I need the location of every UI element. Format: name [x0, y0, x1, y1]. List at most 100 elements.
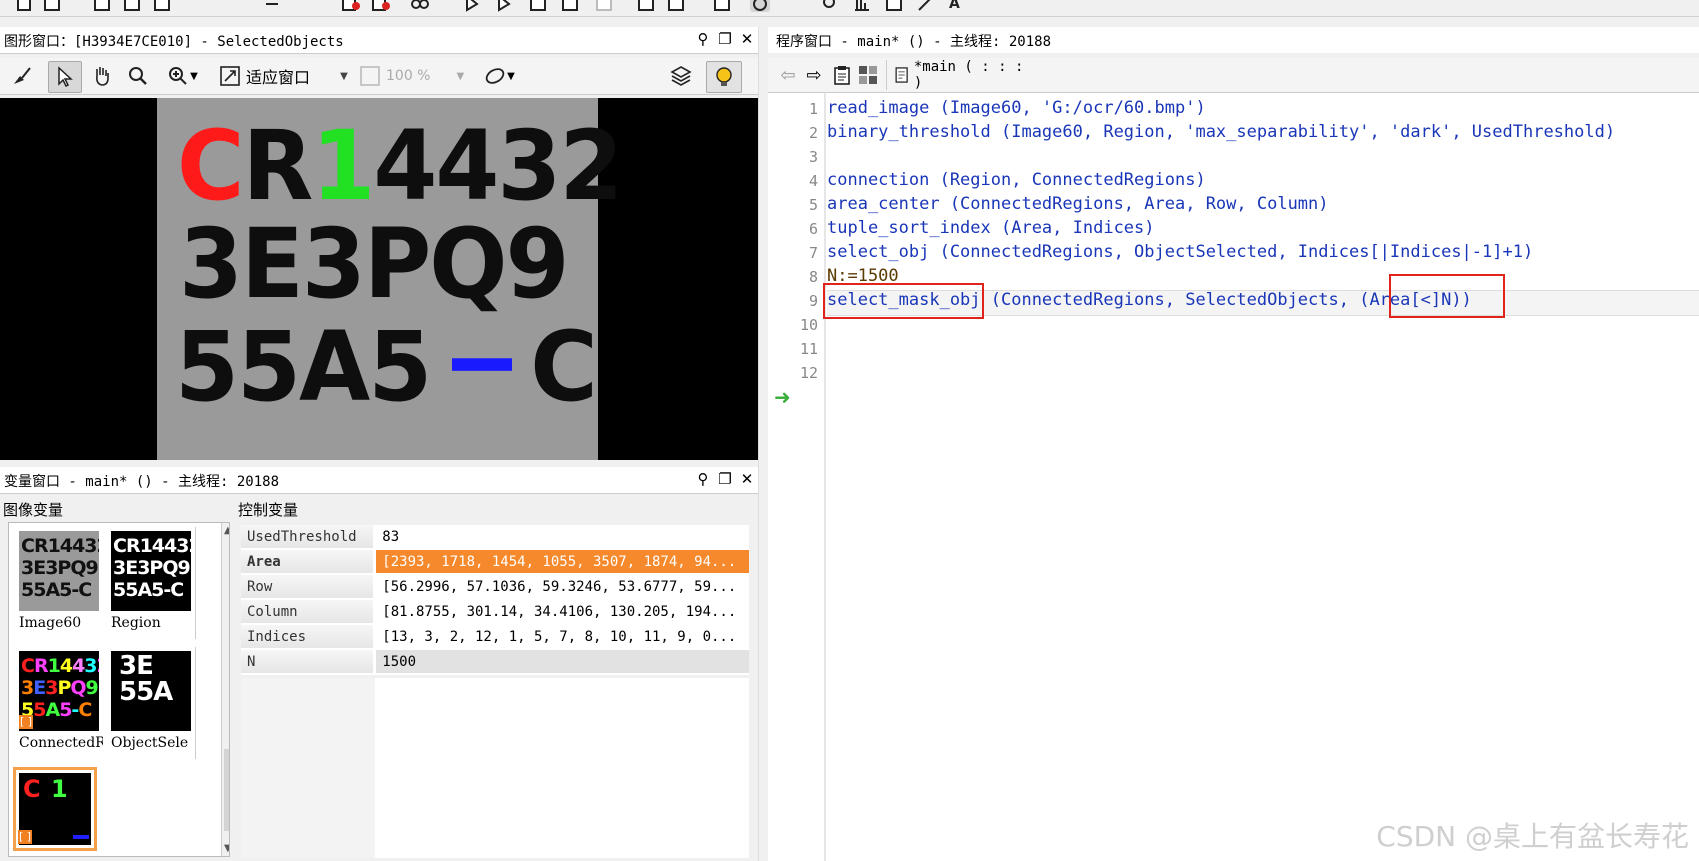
feature-histogram-icon[interactable]	[884, 0, 904, 12]
print-icon[interactable]	[152, 0, 172, 12]
undo-icon[interactable]	[262, 0, 282, 12]
fit-window-label: 适应窗口	[246, 68, 311, 87]
program-counter-arrow-icon: ➜	[774, 385, 791, 409]
histogram-icon[interactable]	[852, 0, 872, 12]
zoom-level-dropdown[interactable]: 100 % ▼	[358, 61, 468, 91]
line-number: 2	[808, 124, 818, 142]
code-line[interactable]: area_center (ConnectedRegions, Area, Row…	[827, 194, 1329, 214]
close-icon[interactable]: ✕	[736, 30, 758, 48]
image-var-thumbnail[interactable]: 3E 55A ObjectSele	[107, 647, 196, 759]
control-var-value: [81.8755, 301.14, 34.4106, 130.205, 194.…	[374, 599, 749, 625]
forward-arrow-icon[interactable]: ⇨	[802, 60, 826, 90]
graphics-canvas[interactable]: CR14432 3E3PQ9 55A5 C	[0, 98, 758, 460]
image-tool-icon[interactable]	[712, 0, 732, 12]
restore-icon[interactable]: ❐	[714, 30, 736, 48]
control-table-empty-area	[241, 678, 749, 858]
step-out-icon[interactable]	[560, 0, 580, 12]
procedure-icon	[895, 67, 908, 83]
breakpoint-icon[interactable]	[340, 0, 360, 12]
control-var-value: [13, 3, 2, 12, 1, 5, 7, 8, 10, 11, 9, 0.…	[374, 624, 749, 650]
control-var-name: UsedThreshold	[241, 525, 377, 550]
control-var-row[interactable]: N 1500	[241, 649, 749, 675]
control-variables-label: 控制变量	[238, 501, 299, 519]
program-window-toolbar: ⇦ ⇨ *main ( : : : )	[768, 58, 1699, 93]
image-var-name: Image60	[19, 615, 82, 631]
thumbnail-image: CR144323E3PQ955A5-C	[19, 531, 99, 611]
clear-window-icon[interactable]	[8, 61, 36, 91]
control-var-row[interactable]: Row [56.2996, 57.1036, 59.3246, 53.6777,…	[241, 574, 749, 600]
ocr-assistant-icon[interactable]: A	[946, 0, 966, 12]
restore-icon[interactable]: ❐	[714, 470, 736, 488]
program-window-title: 程序窗口 - main* () - 主线程: 20188	[776, 34, 1052, 50]
draw-shape-dropdown[interactable]: ▼	[476, 61, 522, 91]
graphics-window-titlebar[interactable]: 图形窗口：[H3934E7CE010] - SelectedObjects ⚲ ❐…	[0, 27, 758, 54]
save-all-icon[interactable]	[122, 0, 142, 12]
program-window-titlebar[interactable]: 程序窗口 - main* () - 主线程: 20188	[768, 27, 1699, 53]
run-icon[interactable]	[462, 0, 482, 12]
procedure-selector[interactable]: *main ( : : : )	[886, 59, 1033, 91]
control-var-name: Area	[241, 549, 377, 575]
scroll-thumb[interactable]	[224, 749, 229, 831]
image-panel-scrollbar[interactable]: ▲ ▼	[221, 523, 229, 856]
horizontal-splitter[interactable]	[0, 460, 758, 466]
image-var-thumbnail-selected[interactable]: C 1 [ ]	[13, 767, 97, 851]
program-editor[interactable]: 1 2 3 4 5 6 7 8 9 10 11 12 ➜ read_image …	[768, 93, 1699, 861]
program-window-icon[interactable]	[666, 0, 686, 12]
hand-tool-icon[interactable]	[88, 61, 116, 91]
save-icon[interactable]	[92, 0, 112, 12]
control-var-row[interactable]: UsedThreshold 83	[241, 525, 749, 550]
scroll-down-icon[interactable]: ▼	[224, 843, 229, 854]
pin-icon[interactable]: ⚲	[692, 30, 714, 48]
main-toolbar: A	[0, 0, 1699, 17]
control-var-name: Column	[241, 599, 377, 625]
close-icon[interactable]: ✕	[736, 470, 758, 488]
code-line[interactable]: connection (Region, ConnectedRegions)	[827, 170, 1206, 190]
thumbnail-image: CR144323E3PQ955A5-C	[111, 531, 191, 611]
line-number: 10	[799, 316, 818, 334]
pin-icon[interactable]: ⚲	[692, 470, 714, 488]
svg-text:A: A	[949, 0, 960, 12]
layers-icon[interactable]	[666, 61, 696, 91]
image-var-thumbnail[interactable]: CR144323E3PQ955A5-C [ ] ConnectedR	[15, 647, 103, 759]
line-number: 11	[799, 340, 818, 358]
scroll-up-icon[interactable]: ▲	[224, 525, 229, 536]
code-line[interactable]: tuple_sort_index (Area, Indices)	[827, 218, 1155, 238]
zoom-tool-icon[interactable]	[820, 0, 840, 12]
step-into-icon[interactable]	[528, 0, 548, 12]
lightbulb-icon[interactable]	[706, 61, 742, 93]
chevron-down-icon[interactable]: ▼	[336, 61, 352, 91]
glasses-icon[interactable]	[410, 0, 430, 12]
line-number: 9	[808, 292, 818, 310]
control-var-row[interactable]: Column [81.8755, 301.14, 34.4106, 130.20…	[241, 599, 749, 625]
open-file-icon[interactable]	[42, 0, 62, 12]
grid-icon[interactable]	[856, 60, 880, 90]
image-var-thumbnail[interactable]: CR144323E3PQ955A5-C Image60	[15, 527, 103, 639]
image-var-thumbnail[interactable]: CR144323E3PQ955A5-C Region	[107, 527, 196, 639]
control-var-row[interactable]: Indices [13, 3, 2, 12, 1, 5, 7, 8, 10, 1…	[241, 624, 749, 650]
control-var-row-selected[interactable]: Area [2393, 1718, 1454, 1055, 3507, 1874…	[241, 549, 749, 575]
zoom-in-dropdown[interactable]: ▼	[160, 61, 204, 91]
stop-icon[interactable]	[594, 0, 614, 12]
control-variables-table: UsedThreshold 83 Area [2393, 1718, 1454,…	[241, 525, 749, 675]
control-var-name: N	[241, 649, 377, 675]
new-file-icon[interactable]	[14, 0, 34, 12]
measure-icon[interactable]	[916, 0, 936, 12]
fit-window-dropdown[interactable]: 适应窗口	[218, 61, 336, 91]
clear-breakpoint-icon[interactable]	[370, 0, 390, 12]
step-over-icon[interactable]	[494, 0, 514, 12]
control-var-value: 1500	[374, 649, 749, 675]
pointer-tool-icon[interactable]	[48, 61, 82, 93]
code-line[interactable]: read_image (Image60, 'G:/ocr/60.bmp')	[827, 98, 1206, 118]
annotation-box-area-mask	[1389, 274, 1505, 318]
back-arrow-icon[interactable]: ⇦	[776, 60, 800, 90]
code-line[interactable]: binary_threshold (Image60, Region, 'max_…	[827, 122, 1615, 142]
shape-icon	[485, 68, 505, 84]
code-line[interactable]: select_obj (ConnectedRegions, ObjectSele…	[827, 242, 1533, 262]
magnifier-tool-icon[interactable]	[124, 61, 152, 91]
variable-window-titlebar[interactable]: 变量窗口 - main* () - 主线程: 20188 ⚲ ❐ ✕	[0, 467, 758, 494]
active-tool-icon[interactable]	[750, 0, 770, 12]
line-number: 3	[808, 148, 818, 166]
clipboard-icon[interactable]	[830, 60, 854, 90]
graphics-window-icon[interactable]	[636, 0, 656, 12]
control-var-value: 83	[374, 525, 749, 550]
